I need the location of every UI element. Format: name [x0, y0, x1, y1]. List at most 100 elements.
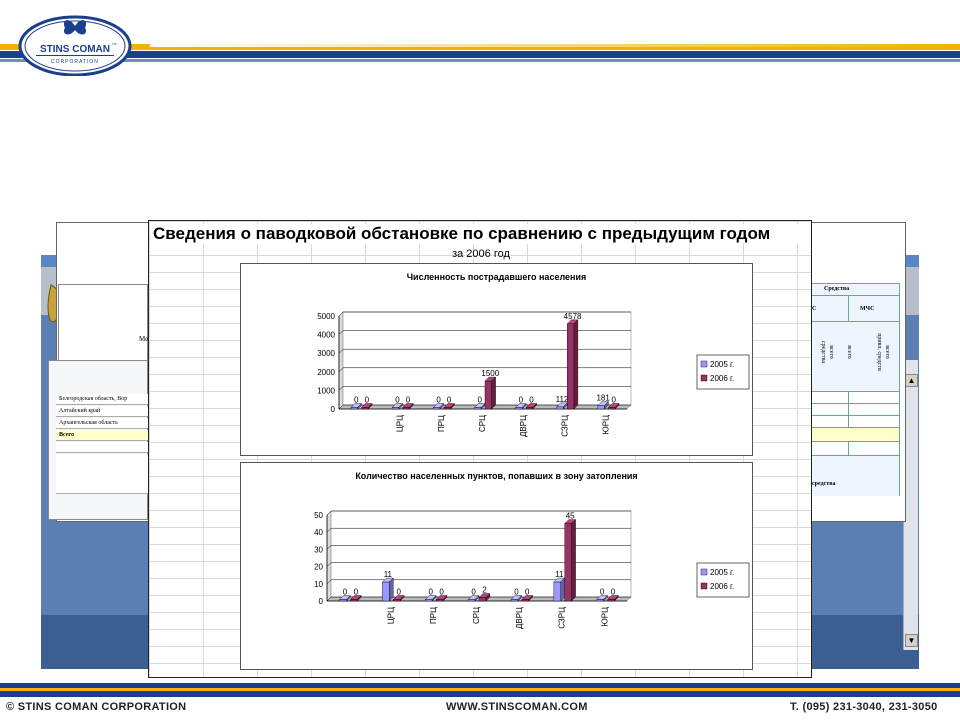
bar: [361, 407, 369, 410]
bar: [402, 407, 410, 410]
y-tick-label: 2000: [317, 368, 335, 377]
bar: [567, 323, 575, 410]
bar: [525, 407, 533, 410]
data-label: 0: [519, 396, 524, 405]
svg-text:STINS COMAN: STINS COMAN: [40, 44, 110, 55]
x-tick-label: СРЦ: [478, 415, 487, 432]
data-label: 0: [447, 396, 452, 405]
bar: [478, 597, 487, 602]
data-label: 0: [611, 588, 616, 597]
footer-copyright: © STINS COMAN CORPORATION: [6, 701, 187, 713]
data-label: 0: [395, 396, 400, 405]
bar: [391, 407, 399, 410]
bar: [467, 599, 476, 602]
x-tick-label: ПРЦ: [437, 415, 446, 432]
x-tick-label: ДВРЦ: [515, 607, 524, 629]
y-tick-label: 20: [314, 563, 323, 572]
footer-phone: T. (095) 231-3040, 231-3050: [790, 701, 938, 713]
chart-flooded-settlements: Количество населенных пунктов, попавших …: [240, 462, 753, 670]
y-tick-label: 1000: [317, 386, 335, 395]
plot-area: [330, 510, 632, 598]
legend-swatch: [700, 360, 708, 368]
plot-side-wall: [338, 311, 344, 410]
bar: [596, 599, 604, 602]
data-label: 0: [354, 396, 359, 405]
data-label: 0: [436, 396, 441, 405]
bar: [607, 599, 615, 602]
data-label: 1500: [481, 369, 499, 378]
footer-website[interactable]: WWW.STINSCOMAN.COM: [446, 701, 588, 713]
y-tick-label: 10: [314, 580, 323, 589]
x-tick-label: ЮРЦ: [601, 607, 610, 626]
bar-side: [571, 519, 576, 602]
data-label: 11: [384, 570, 393, 579]
bar: [443, 407, 451, 410]
bar: [484, 380, 492, 410]
y-tick-label: 40: [314, 528, 323, 537]
bar: [433, 407, 441, 410]
chart-affected-population-plot: 0100020003000400050000 0 0 0ЦРЦ0 0ПРЦ01500СР…: [317, 311, 750, 437]
sheet-right-table: Средства С МЧС средства всего всего прив…: [811, 283, 900, 496]
data-label: 0: [354, 588, 359, 597]
scroll-down-button[interactable]: ▼: [905, 634, 918, 647]
x-tick-label: ПРЦ: [429, 607, 438, 624]
bar: [515, 407, 523, 410]
header-stripe: [0, 44, 960, 66]
plot-side-wall: [326, 510, 332, 602]
data-label: 2: [482, 586, 487, 595]
bar: [350, 599, 358, 602]
x-tick-label: ЮРЦ: [601, 415, 610, 434]
chart-flooded-settlements-plot: 010203040500 0110ЦРЦ0 0ПРЦ0 2СРЦ0 0ДВРЦ1145С…: [314, 510, 750, 629]
bar: [553, 581, 561, 602]
legend-swatch: [700, 568, 708, 576]
data-label: 0: [428, 588, 433, 597]
chart-affected-population: Численность пострадавшего населения 0 100…: [240, 263, 753, 456]
svg-text:TM: TM: [112, 42, 117, 46]
bar-side: [560, 577, 565, 602]
x-tick-label: ЦРЦ: [386, 607, 395, 624]
bar: [382, 581, 390, 602]
data-label: 11: [555, 570, 564, 579]
data-label: 0: [343, 588, 348, 597]
table-row: Белгородская область, Вор: [56, 394, 148, 405]
legend-label: 2006 г.: [710, 374, 734, 383]
data-label: 4578: [564, 312, 582, 321]
flood-report-popup: Сведения о паводковой обстановке по срав…: [148, 220, 812, 678]
popup-subtitle: за 2006 год: [452, 248, 510, 260]
popup-title: Сведения о паводковой обстановке по срав…: [151, 224, 811, 244]
data-label: 0: [600, 588, 605, 597]
data-label: 0: [611, 396, 616, 405]
y-tick-label: 3000: [317, 349, 335, 358]
data-label: 0: [439, 588, 444, 597]
bar: [435, 599, 444, 602]
bar: [350, 407, 358, 410]
bar: [510, 599, 519, 602]
data-label: 0: [525, 588, 530, 597]
bar-side: [491, 376, 496, 410]
data-label: 0: [514, 588, 519, 597]
table-row-total: Всего: [56, 430, 148, 441]
bar: [474, 407, 482, 410]
bar: [393, 599, 401, 602]
scroll-up-button[interactable]: ▲: [905, 374, 918, 387]
table-row: [56, 442, 148, 453]
data-label: 0: [471, 588, 476, 597]
y-tick-label: 0: [319, 597, 324, 606]
legend-label: 2006 г.: [710, 582, 734, 591]
svg-text:CORPORATION: CORPORATION: [51, 59, 99, 65]
table-row: Архангельская область: [56, 418, 148, 429]
bar: [597, 405, 605, 410]
bar: [521, 599, 529, 602]
table-row: Алтайский край: [56, 406, 148, 417]
bar: [425, 599, 433, 602]
data-label: 0: [406, 396, 411, 405]
y-tick-label: 30: [314, 545, 323, 554]
header-accent: [150, 44, 950, 47]
y-tick-label: 5000: [317, 312, 335, 321]
legend-swatch: [700, 582, 708, 590]
data-label: 0: [365, 396, 370, 405]
y-tick-label: 0: [331, 405, 336, 414]
data-label: 0: [529, 396, 534, 405]
x-tick-label: СЗРЦ: [558, 607, 567, 629]
table-row: [56, 454, 148, 494]
